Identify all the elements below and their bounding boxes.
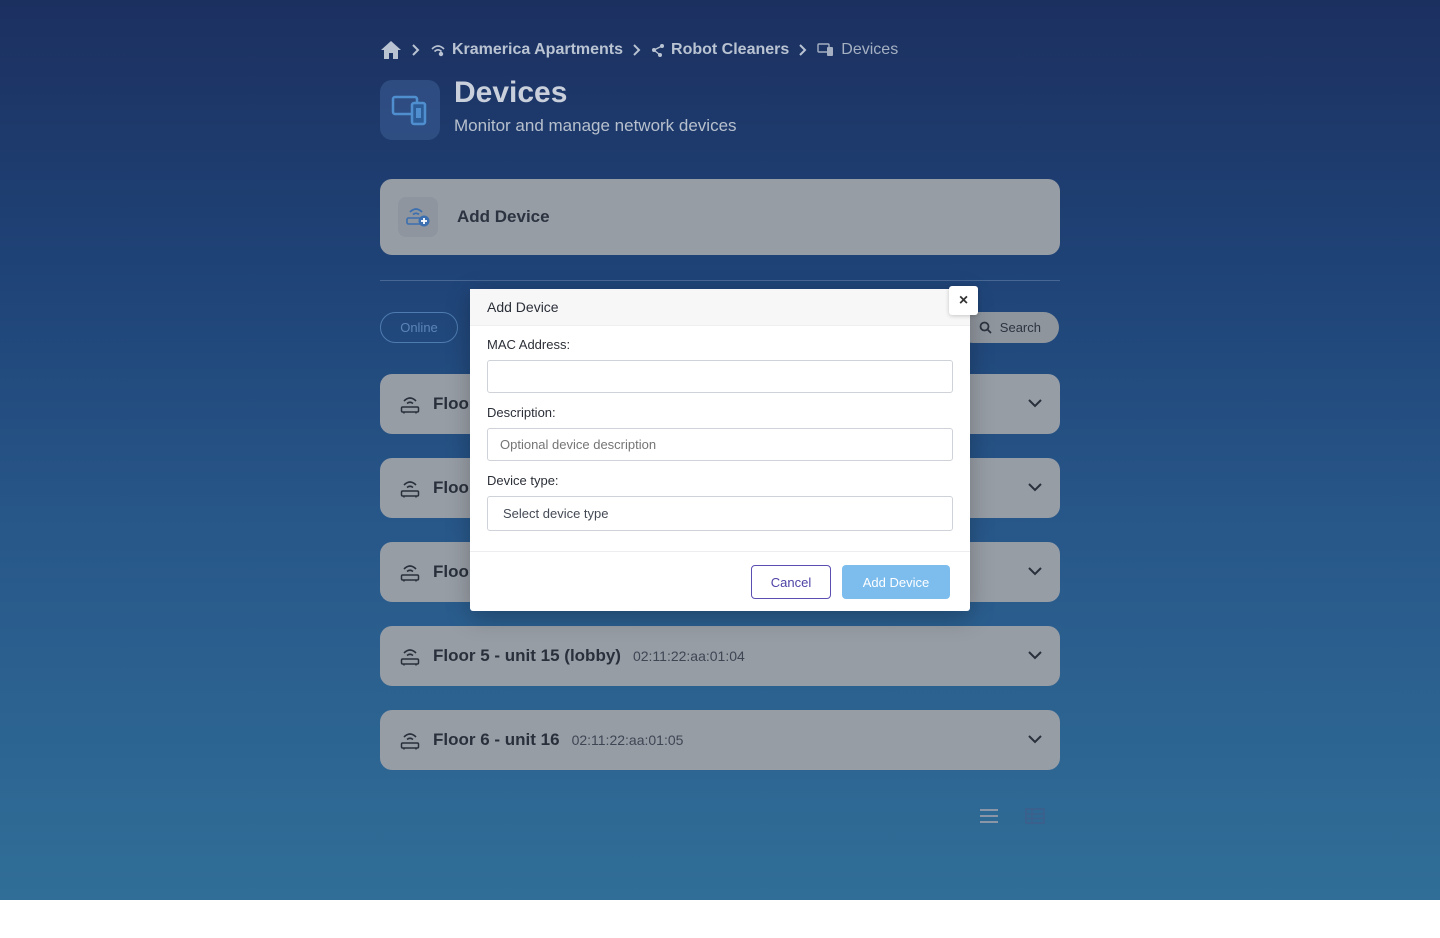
breadcrumb-current-label: Devices [841, 41, 899, 58]
chevron-down-icon[interactable] [1028, 732, 1042, 746]
device-type-selected: Select device type [503, 506, 609, 521]
modal-close-button[interactable]: × [949, 286, 978, 315]
devices-icon [817, 43, 834, 56]
device-row[interactable]: Floor 6 - unit 16 02:11:22:aa:01:05 [380, 710, 1060, 770]
page-subtitle: Monitor and manage network devices [454, 116, 737, 135]
add-device-card[interactable]: Add Device [380, 179, 1060, 255]
device-row[interactable]: Floor 5 - unit 15 (lobby) 02:11:22:aa:01… [380, 626, 1060, 686]
chevron-down-icon[interactable] [1028, 648, 1042, 662]
router-icon [400, 730, 420, 750]
router-icon [400, 562, 420, 582]
wifi-router-icon [431, 45, 445, 57]
chevron-right-icon [633, 44, 641, 56]
breadcrumb-group-label: Robot Cleaners [671, 41, 790, 58]
device-name: Floor 6 - unit 16 [433, 730, 560, 749]
chevron-down-icon[interactable] [1028, 564, 1042, 578]
router-icon [400, 646, 420, 666]
breadcrumb-site-label: Kramerica Apartments [452, 41, 624, 58]
router-icon [400, 394, 420, 414]
search-icon [979, 321, 992, 334]
device-mac: 02:11:22:aa:01:05 [571, 732, 684, 748]
breadcrumb-home[interactable] [380, 40, 402, 60]
mac-address-label: MAC Address: [487, 337, 571, 352]
router-icon [400, 478, 420, 498]
modal-footer-divider [470, 551, 970, 552]
device-type-select[interactable]: Select device type [487, 496, 953, 531]
table-view-icon[interactable] [1025, 806, 1045, 826]
breadcrumb-current: Devices [817, 41, 898, 59]
description-input[interactable] [487, 428, 953, 461]
device-mac: 02:11:22:aa:01:04 [632, 648, 745, 664]
close-icon: × [958, 291, 969, 309]
filter-online-pill[interactable]: Online [380, 312, 458, 343]
mac-address-input[interactable] [487, 360, 953, 393]
modal-header: Add Device [470, 289, 970, 326]
device-name: Floor 5 - unit 15 (lobby) [433, 646, 621, 665]
devices-header-icon [380, 80, 440, 140]
modal-title: Add Device [487, 299, 559, 315]
home-icon [381, 41, 401, 59]
breadcrumb-site[interactable]: Kramerica Apartments [430, 41, 623, 59]
chevron-right-icon [799, 44, 807, 56]
add-device-card-label: Add Device [457, 207, 550, 226]
search-button[interactable]: Search [958, 312, 1059, 343]
cancel-button[interactable]: Cancel [751, 565, 831, 599]
device-type-label: Device type: [487, 473, 559, 488]
section-divider [380, 280, 1060, 281]
search-button-label: Search [999, 320, 1041, 335]
chevron-down-icon[interactable] [1028, 396, 1042, 410]
breadcrumb-group[interactable]: Robot Cleaners [651, 41, 789, 59]
description-label: Description: [487, 405, 556, 420]
page-title: Devices [454, 76, 568, 109]
list-view-icon[interactable] [979, 806, 999, 826]
add-device-submit-button[interactable]: Add Device [842, 565, 950, 599]
add-router-icon [398, 197, 438, 237]
network-nodes-icon [652, 44, 665, 57]
bottom-strip [0, 900, 1440, 938]
add-device-modal: Add Device × MAC Address: Description: D… [470, 286, 978, 611]
chevron-right-icon [412, 44, 420, 56]
breadcrumb: Kramerica Apartments Robot Cleaners Devi… [380, 38, 898, 62]
chevron-down-icon[interactable] [1028, 480, 1042, 494]
